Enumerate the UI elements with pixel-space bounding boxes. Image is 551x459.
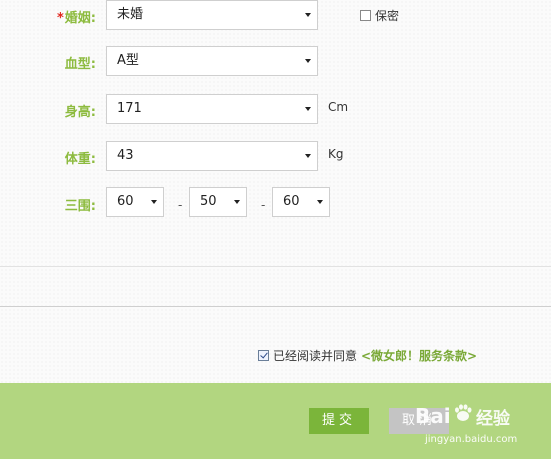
divider xyxy=(0,266,551,267)
marriage-label-text: 婚姻: xyxy=(64,11,96,26)
weight-select[interactable]: 43 xyxy=(106,141,318,171)
chevron-down-icon xyxy=(305,13,311,17)
privacy-checkbox[interactable] xyxy=(360,10,371,21)
weight-value: 43 xyxy=(117,148,134,163)
chevron-down-icon xyxy=(305,107,311,111)
height-value: 171 xyxy=(117,101,142,116)
submit-button[interactable]: 提交 xyxy=(309,408,369,434)
watermark-brand-suffix: 经验 xyxy=(476,409,510,429)
waist-value: 50 xyxy=(200,194,217,209)
bust-select[interactable]: 60 xyxy=(106,187,164,217)
chevron-down-icon xyxy=(317,200,323,204)
measurements-label: 三围: xyxy=(64,199,96,214)
required-mark: * xyxy=(56,11,64,26)
height-unit: Cm xyxy=(328,100,349,114)
baidu-paw-icon xyxy=(452,402,474,424)
chevron-down-icon xyxy=(305,154,311,158)
weight-unit: Kg xyxy=(328,147,344,161)
chevron-down-icon xyxy=(305,59,311,63)
agreement-text: 已经阅读并同意 xyxy=(273,349,358,363)
blood-type-value: A型 xyxy=(117,53,139,68)
agreement-checkbox[interactable] xyxy=(258,350,269,361)
blood-type-select[interactable]: A型 xyxy=(106,46,318,76)
separator: - xyxy=(261,198,266,212)
weight-label: 体重: xyxy=(64,152,96,167)
marriage-select[interactable]: 未婚 xyxy=(106,0,318,30)
marriage-value: 未婚 xyxy=(117,7,144,22)
height-label: 身高: xyxy=(64,105,96,120)
blood-type-label: 血型: xyxy=(64,57,96,72)
hips-select[interactable]: 60 xyxy=(272,187,330,217)
chevron-down-icon xyxy=(234,200,240,204)
separator: - xyxy=(178,198,183,212)
watermark-brand: Bai xyxy=(415,404,451,428)
terms-link[interactable]: <微女郎！服务条款> xyxy=(361,347,477,364)
divider xyxy=(0,306,551,307)
bust-value: 60 xyxy=(117,194,134,209)
height-select[interactable]: 171 xyxy=(106,94,318,124)
hips-value: 60 xyxy=(283,194,300,209)
watermark-url: jingyan.baidu.com xyxy=(425,434,518,445)
waist-select[interactable]: 50 xyxy=(189,187,247,217)
marriage-label: *婚姻: xyxy=(40,7,96,26)
privacy-label: 保密 xyxy=(375,9,400,23)
chevron-down-icon xyxy=(151,200,157,204)
